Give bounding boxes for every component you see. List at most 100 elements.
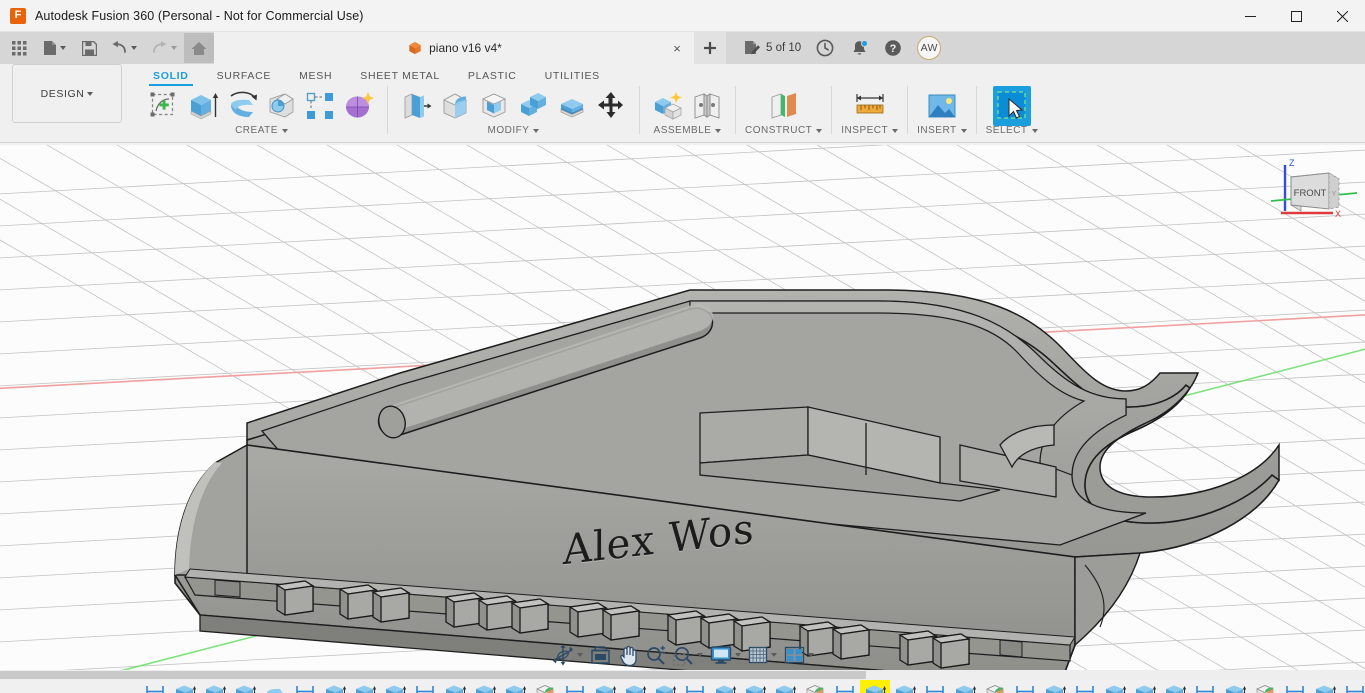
- viewcube-box[interactable]: FRONT Y: [1291, 173, 1339, 211]
- timeline-feature-extrude[interactable]: [620, 680, 650, 693]
- timeline-feature-sketch[interactable]: [140, 680, 170, 693]
- panel-label-construct[interactable]: CONSTRUCT: [745, 125, 822, 136]
- timeline-feature-extrude[interactable]: [500, 680, 530, 693]
- timeline-feature-sketch[interactable]: [1340, 680, 1365, 693]
- offset-face-button[interactable]: [553, 86, 591, 126]
- ribbon-tab-sheet-metal[interactable]: SHEET METAL: [346, 70, 454, 86]
- timeline-feature-sketch[interactable]: [1010, 680, 1040, 693]
- home-button[interactable]: [184, 33, 214, 63]
- timeline-feature-sketch[interactable]: [290, 680, 320, 693]
- undo-button[interactable]: [104, 33, 144, 63]
- orbit-button[interactable]: [549, 642, 586, 668]
- display-settings-button[interactable]: [707, 642, 744, 668]
- zoom-window-caret-icon[interactable]: [697, 653, 703, 657]
- move-copy-button[interactable]: [592, 86, 630, 126]
- help-button[interactable]: ?: [877, 33, 909, 63]
- add-tab-button[interactable]: [694, 32, 726, 64]
- timeline-feature-fillet[interactable]: [1250, 680, 1280, 693]
- grid-snap-button[interactable]: [745, 642, 780, 668]
- timeline-feature-extrude[interactable]: [230, 680, 260, 693]
- timeline-feature-sketch[interactable]: [410, 680, 440, 693]
- close-button[interactable]: [1319, 0, 1365, 32]
- timeline-feature-sketch[interactable]: [560, 680, 590, 693]
- view-cube[interactable]: Z X FRONT Y: [1271, 153, 1357, 235]
- ribbon-tab-utilities[interactable]: UTILITIES: [531, 70, 614, 86]
- panel-label-inspect[interactable]: INSPECT: [841, 125, 898, 136]
- timeline-feature-extrude[interactable]: [170, 680, 200, 693]
- create-sketch-button[interactable]: [145, 86, 183, 126]
- ribbon-tab-surface[interactable]: SURFACE: [203, 70, 286, 86]
- pan-button[interactable]: [615, 642, 641, 668]
- timeline-feature-sketch[interactable]: [1070, 680, 1100, 693]
- panel-label-insert[interactable]: INSERT: [917, 125, 967, 136]
- notifications-button[interactable]: [843, 33, 875, 63]
- timeline-feature-extrude[interactable]: [890, 680, 920, 693]
- timeline-feature-extrude[interactable]: [1310, 680, 1340, 693]
- timeline-feature-fillet[interactable]: [800, 680, 830, 693]
- close-tab-button[interactable]: ×: [668, 39, 686, 57]
- timeline-feature-extrude[interactable]: [860, 680, 890, 693]
- timeline-feature-sketch[interactable]: [1280, 680, 1310, 693]
- avatar[interactable]: AW: [917, 36, 941, 60]
- press-pull-button[interactable]: [397, 86, 435, 126]
- document-tab[interactable]: piano v16 v4* ×: [214, 32, 694, 64]
- timeline-feature-extrude[interactable]: [770, 680, 800, 693]
- panel-label-modify[interactable]: MODIFY: [488, 125, 540, 136]
- timeline-feature-extrude[interactable]: [1220, 680, 1250, 693]
- timeline-feature-sketch[interactable]: [830, 680, 860, 693]
- timeline-feature-extrude[interactable]: [950, 680, 980, 693]
- shell-button[interactable]: [475, 86, 513, 126]
- measure-button[interactable]: [851, 86, 889, 126]
- maximize-button[interactable]: [1273, 0, 1319, 32]
- viewport-layout-caret-icon[interactable]: [808, 653, 814, 657]
- timeline-feature-extrude[interactable]: [590, 680, 620, 693]
- redo-caret-icon[interactable]: [171, 46, 177, 50]
- grid-snap-caret-icon[interactable]: [771, 653, 777, 657]
- timeline-feature-sketch[interactable]: [680, 680, 710, 693]
- history-button[interactable]: [809, 33, 841, 63]
- timeline-feature-extrude[interactable]: [1040, 680, 1070, 693]
- panel-label-select[interactable]: SELECT: [986, 125, 1038, 136]
- select-button[interactable]: [993, 86, 1031, 126]
- look-at-button[interactable]: [587, 642, 614, 668]
- timeline-feature-extrude[interactable]: [650, 680, 680, 693]
- revolve-button[interactable]: [223, 86, 261, 126]
- redo-button[interactable]: [144, 33, 184, 63]
- timeline-feature-extrude[interactable]: [470, 680, 500, 693]
- save-button[interactable]: [74, 33, 104, 63]
- sweep-button[interactable]: [262, 86, 300, 126]
- zoom-button[interactable]: [642, 642, 669, 668]
- design-timeline[interactable]: [0, 680, 1365, 693]
- pattern-button[interactable]: [301, 86, 339, 126]
- panel-label-assemble[interactable]: ASSEMBLE: [654, 125, 722, 136]
- minimize-button[interactable]: [1227, 0, 1273, 32]
- timeline-feature-fillet[interactable]: [530, 680, 560, 693]
- job-status-button[interactable]: 5 of 10: [738, 33, 807, 63]
- timeline-feature-extrude[interactable]: [1130, 680, 1160, 693]
- viewport-layout-button[interactable]: [781, 642, 817, 668]
- timeline-feature-extrude[interactable]: [320, 680, 350, 693]
- timeline-feature-extrude[interactable]: [740, 680, 770, 693]
- timeline-feature-extrude[interactable]: [350, 680, 380, 693]
- timeline-feature-extrude[interactable]: [380, 680, 410, 693]
- new-component-button[interactable]: [649, 86, 687, 126]
- timeline-feature-sketch[interactable]: [1190, 680, 1220, 693]
- orbit-caret-icon[interactable]: [577, 653, 583, 657]
- ribbon-tab-plastic[interactable]: PLASTIC: [454, 70, 531, 86]
- new-file-button[interactable]: [34, 33, 74, 63]
- viewport-canvas[interactable]: Alex Wos Z X FRONT Y: [0, 145, 1365, 670]
- workspace-caret-icon[interactable]: [87, 92, 93, 96]
- joint-button[interactable]: [688, 86, 726, 126]
- panel-label-create[interactable]: CREATE: [235, 125, 288, 136]
- app-launcher-button[interactable]: [4, 33, 34, 63]
- combine-button[interactable]: [514, 86, 552, 126]
- fillet-button[interactable]: [436, 86, 474, 126]
- display-settings-caret-icon[interactable]: [735, 653, 741, 657]
- timeline-feature-extrude[interactable]: [440, 680, 470, 693]
- timeline-feature-sketch[interactable]: [920, 680, 950, 693]
- zoom-window-button[interactable]: [670, 642, 706, 668]
- workspace-selector[interactable]: DESIGN: [12, 64, 122, 123]
- extrude-button[interactable]: [184, 86, 222, 126]
- undo-caret-icon[interactable]: [131, 46, 137, 50]
- new-file-caret-icon[interactable]: [60, 46, 66, 50]
